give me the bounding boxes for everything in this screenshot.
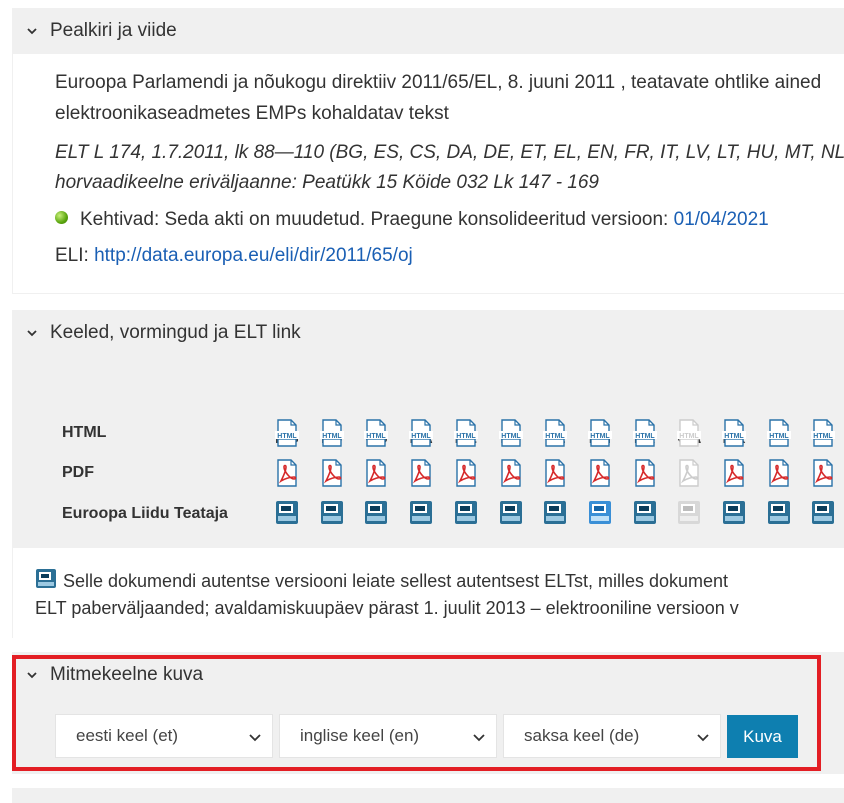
reference-line1: ELT L 174, 1.7.2011, lk 88—110 (BG, ES, … [55,142,844,163]
panel-body: Euroopa Parlamendi ja nõukogu direktiiv … [13,54,844,293]
reference-line2: horvaadikeelne eriväljaanne: Peatükk 15 … [55,172,599,193]
panel-header-title-reference[interactable]: Pealkiri ja viide [12,8,844,54]
svg-text:HTML: HTML [814,433,834,440]
pdf-da-icon[interactable] [408,459,434,487]
panel-header-languages-formats[interactable]: Keeled, vormingud ja ELT link [12,310,844,356]
authentic-note-line1: Selle dokumendi autentse versiooni leiat… [35,568,728,592]
html-it-icon[interactable]: HTML [766,419,792,447]
document-title-line1: Euroopa Parlamendi ja nõukogu direktiiv … [55,72,822,93]
panel-next-partial [12,788,844,803]
svg-text:HTML: HTML [590,433,610,440]
pdf-hr-icon[interactable] [721,459,747,487]
oj-en-icon[interactable] [587,499,613,527]
oj-it-icon[interactable] [766,499,792,527]
language-select-1-value: eesti keel (et) [76,726,179,745]
html-et-icon[interactable]: HTML [498,419,524,447]
oj-fr-icon[interactable] [632,499,658,527]
language-select-2-value: inglise keel (en) [300,726,420,745]
row-label-oj: Euroopa Liidu Teataja [62,505,228,522]
pdf-ga-icon [676,459,702,487]
panel-header-multilingual[interactable]: Mitmekeelne kuva [12,652,844,698]
pdf-et-icon[interactable] [498,459,524,487]
svg-text:HTML: HTML [322,433,342,440]
svg-text:HTML: HTML [680,433,700,440]
authentic-note-line2: ELT paberväljaanded; avaldamiskuupäev pä… [35,598,739,618]
language-select-1[interactable]: eesti keel (et) [55,714,273,758]
pdf-el-icon[interactable] [542,459,568,487]
html-de-icon[interactable]: HTML [453,419,479,447]
panel-title-reference: Pealkiri ja viide Euroopa Parlamendi ja … [12,8,844,294]
chevron-down-icon [27,28,37,35]
chevron-down-icon [473,734,485,742]
html-cs-icon[interactable]: HTML [363,419,389,447]
chevron-down-icon [27,330,37,337]
status-green-dot-icon [55,211,68,225]
chevron-down-icon [27,672,37,679]
oj-lv-icon[interactable] [810,499,836,527]
oj-da-icon[interactable] [408,499,434,527]
svg-text:HTML: HTML [545,433,565,440]
html-ga-icon: HTML [676,419,702,447]
html-en-icon[interactable]: HTML [587,419,613,447]
eli-link[interactable]: http://data.europa.eu/eli/dir/2011/65/oj [94,245,413,266]
panel-multilingual: Mitmekeelne kuva eesti keel (et) inglise… [12,652,844,774]
panel-title: Pealkiri ja viide [50,20,177,41]
html-es-icon[interactable]: HTML [319,419,345,447]
svg-text:HTML: HTML [635,433,655,440]
oj-hr-icon[interactable] [721,499,747,527]
svg-text:HTML: HTML [456,433,476,440]
svg-text:HTML: HTML [411,433,431,440]
html-da-icon[interactable]: HTML [408,419,434,447]
authentic-note: Selle dokumendi autentse versiooni leiat… [13,548,844,638]
status-line: Kehtivad: Seda akti on muudetud. Praegun… [55,209,769,231]
oj-et-icon[interactable] [498,499,524,527]
svg-text:HTML: HTML [769,433,789,440]
pdf-cs-icon[interactable] [363,459,389,487]
oj-bg-icon[interactable] [274,499,300,527]
pdf-bg-icon[interactable] [274,459,300,487]
eli-label: ELI: [55,245,95,266]
oj-el-icon[interactable] [542,499,568,527]
pdf-it-icon[interactable] [766,459,792,487]
document-title-line2: elektroonikaseadmetes EMPs kohaldatav te… [55,103,449,124]
pdf-lv-icon[interactable] [810,459,836,487]
svg-text:HTML: HTML [501,433,521,440]
html-fr-icon[interactable]: HTML [632,419,658,447]
oj-es-icon[interactable] [319,499,345,527]
row-label-html: HTML [62,424,107,441]
panel-title: Keeled, vormingud ja ELT link [50,322,301,343]
pdf-es-icon[interactable] [319,459,345,487]
panel-title: Mitmekeelne kuva [50,664,204,685]
language-select-2[interactable]: inglise keel (en) [279,714,497,758]
pdf-en-icon[interactable] [587,459,613,487]
pdf-fr-icon[interactable] [632,459,658,487]
chevron-down-icon [249,734,261,742]
svg-text:HTML: HTML [724,433,744,440]
html-lv-icon[interactable]: HTML [810,419,836,447]
html-hr-icon[interactable]: HTML [721,419,747,447]
html-bg-icon[interactable]: HTML [274,419,300,447]
language-select-3-value: saksa keel (de) [524,726,640,745]
display-button[interactable]: Kuva [727,715,798,758]
oj-de-icon[interactable] [453,499,479,527]
consolidated-version-link[interactable]: 01/04/2021 [674,209,769,230]
eli-line: ELI: http://data.europa.eu/eli/dir/2011/… [55,245,413,267]
chevron-down-icon [697,734,709,742]
panel-languages-formats: Keeled, vormingud ja ELT link HTML PDF E… [12,310,844,638]
official-journal-icon [36,569,56,588]
svg-text:HTML: HTML [277,433,297,440]
oj-ga-icon [676,499,702,527]
html-el-icon[interactable]: HTML [542,419,568,447]
format-table: HTML PDF Euroopa Liidu Teataja BGHTMLESH… [12,356,844,548]
svg-text:HTML: HTML [367,433,387,440]
language-select-3[interactable]: saksa keel (de) [503,714,721,758]
authentic-note-text1: Selle dokumendi autentse versiooni leiat… [63,571,729,591]
status-text: Kehtivad: Seda akti on muudetud. Praegun… [80,209,674,230]
row-label-pdf: PDF [62,464,94,481]
oj-cs-icon[interactable] [363,499,389,527]
pdf-de-icon[interactable] [453,459,479,487]
